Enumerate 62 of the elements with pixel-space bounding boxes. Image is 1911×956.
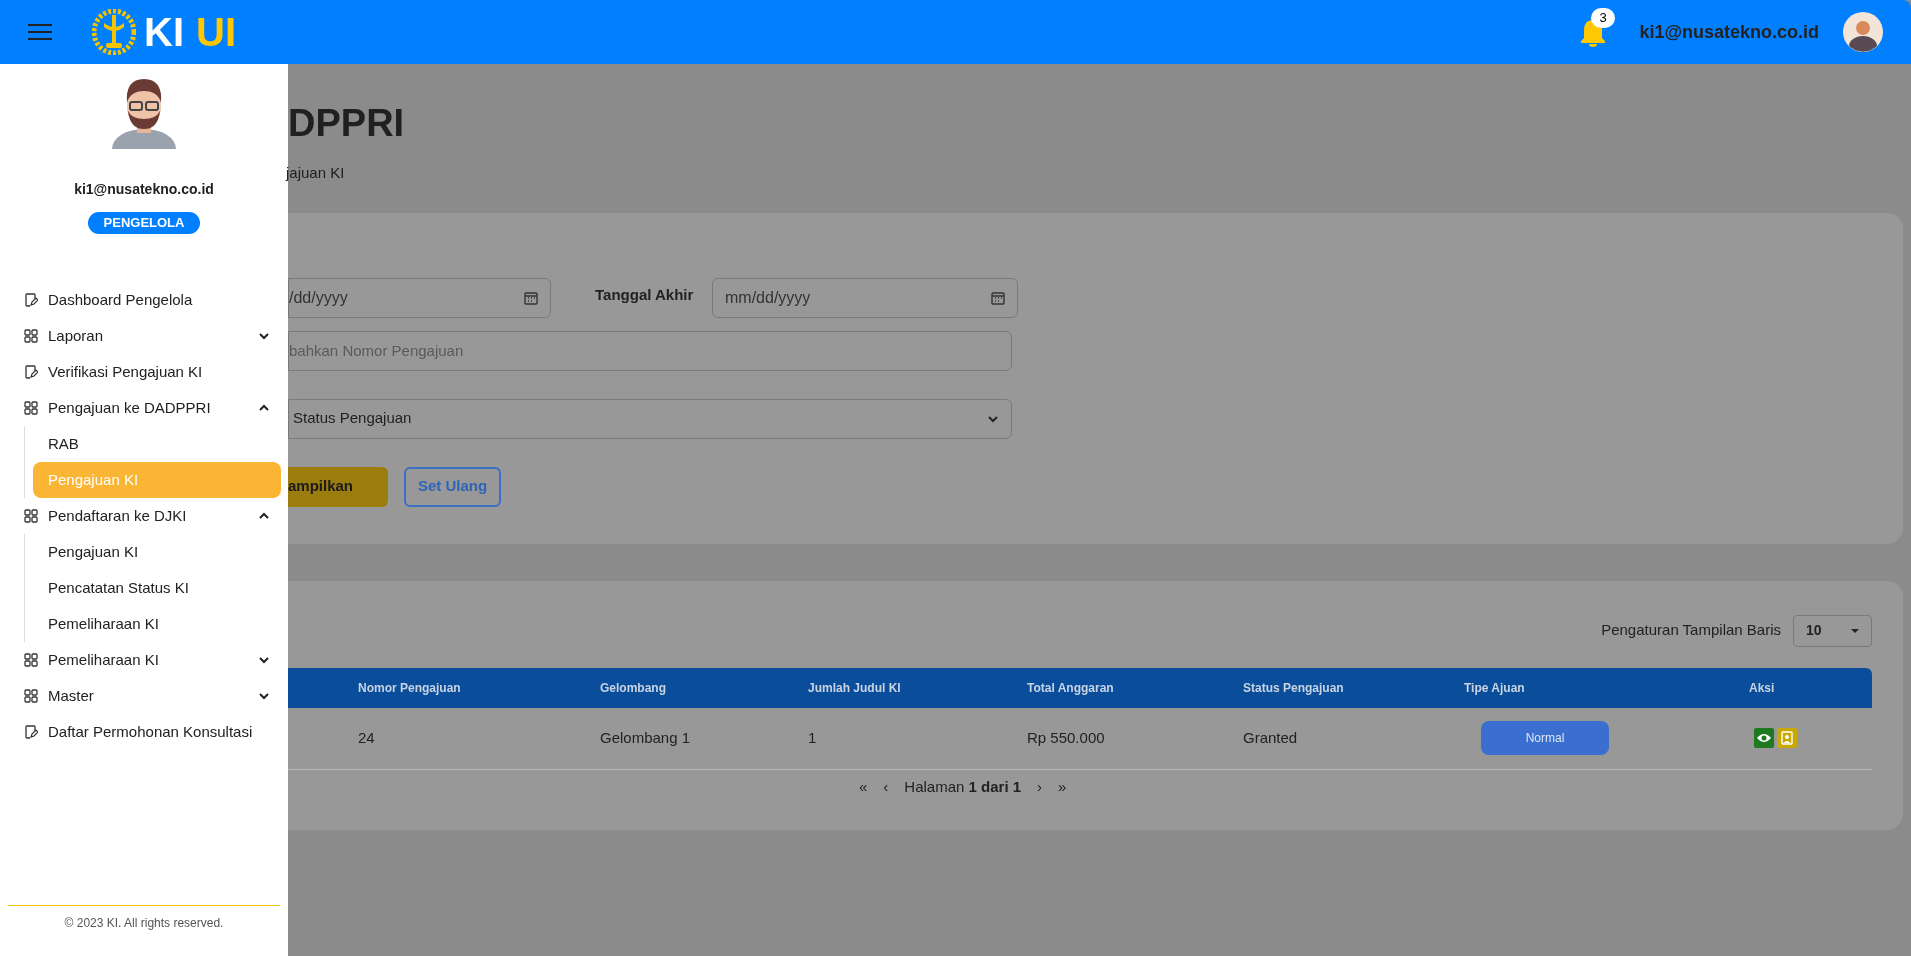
page-indicator: Halaman 1 dari 1 (904, 776, 1022, 797)
first-page-link[interactable]: « (859, 775, 868, 798)
column-header: Status Pengajuan (1243, 679, 1345, 697)
nav-item[interactable]: Pengajuan ke DADPPRI (0, 390, 288, 426)
column-header: Jumlah Judul KI (808, 679, 902, 697)
table-cell-text: Gelombang 1 (600, 727, 692, 748)
emblem-logo-icon (92, 9, 136, 55)
calendar-icon[interactable] (523, 289, 539, 306)
copyright-text: © 2023 KI. All rights reserved. (63, 915, 225, 932)
submenu-item[interactable]: RAB (33, 426, 281, 462)
role-badge: PENGELOLA (87, 212, 201, 234)
grid-icon (24, 401, 38, 415)
submenu-item[interactable]: Pencatatan Status KI (33, 570, 281, 606)
next-page-link[interactable]: › (1037, 775, 1043, 798)
edit-document-icon (24, 365, 38, 379)
grid-icon (24, 653, 38, 667)
type-button[interactable]: Normal (1481, 721, 1609, 755)
column-header: Nomor Pengajuan (358, 679, 462, 697)
search-field[interactable]: bahkan Nomor Pengajuan (288, 330, 1012, 371)
user-email: ki1@nusatekno.co.id (1639, 20, 1819, 44)
nav-item[interactable]: Verifikasi Pengajuan KI (0, 354, 288, 390)
caret-icon (1851, 626, 1859, 635)
page-title: DPPRI (288, 104, 406, 142)
column-header: Aksi (1749, 679, 1776, 697)
last-page-link[interactable]: » (1058, 775, 1067, 798)
user-icon[interactable] (1777, 728, 1797, 748)
table-cell-text: Rp 550.000 (1027, 727, 1106, 748)
status-select[interactable]: Status Pengajuan (288, 398, 1012, 439)
date-field[interactable]: /dd/yyyy (288, 277, 551, 318)
table-cell-text: 1 (808, 727, 818, 748)
table-cell-text: Granted (1243, 727, 1299, 748)
rows-select[interactable]: 10 (1793, 614, 1872, 647)
eye-icon[interactable] (1754, 728, 1774, 748)
nav-item[interactable]: Daftar Permohonan Konsultasi (0, 714, 288, 750)
rows-setting-label: Pengaturan Tampilan Baris (1601, 620, 1781, 641)
grid-icon (24, 689, 38, 703)
submenu-item[interactable]: Pengajuan KI (33, 534, 281, 570)
previous-page-link[interactable]: ‹ (883, 775, 889, 798)
nav-item[interactable]: Dashboard Pengelola (0, 282, 288, 318)
notification-badge: 3 (1591, 8, 1615, 28)
table-cell-text: 24 (358, 727, 376, 748)
nav-item[interactable]: Laporan (0, 318, 288, 354)
grid-icon (24, 509, 38, 523)
column-header: Total Anggaran (1027, 679, 1115, 697)
show-button[interactable]: ampilkan (288, 466, 388, 507)
nav-item[interactable]: Pendaftaran ke DJKI (0, 498, 288, 534)
edit-document-icon (24, 725, 38, 739)
nav-item[interactable]: Pemeliharaan KI (0, 642, 288, 678)
grid-icon (24, 329, 38, 343)
edit-document-icon (24, 293, 38, 307)
end-date-label: Tanggal Akhir (595, 285, 695, 306)
column-header: Gelombang (600, 679, 667, 697)
brand-text: UI (196, 12, 236, 52)
date-field[interactable]: mm/dd/yyyy (712, 277, 1018, 318)
column-header: Tipe Ajuan (1464, 679, 1526, 697)
menu-icon[interactable] (28, 22, 52, 42)
avatar-icon[interactable] (1843, 12, 1883, 52)
submenu-item[interactable]: Pemeliharaan KI (33, 606, 281, 642)
brand-text: KI (144, 12, 184, 52)
user-email: ki1@nusatekno.co.id (73, 180, 215, 199)
calendar-icon[interactable] (990, 289, 1006, 306)
nav-item[interactable]: Master (0, 678, 288, 714)
